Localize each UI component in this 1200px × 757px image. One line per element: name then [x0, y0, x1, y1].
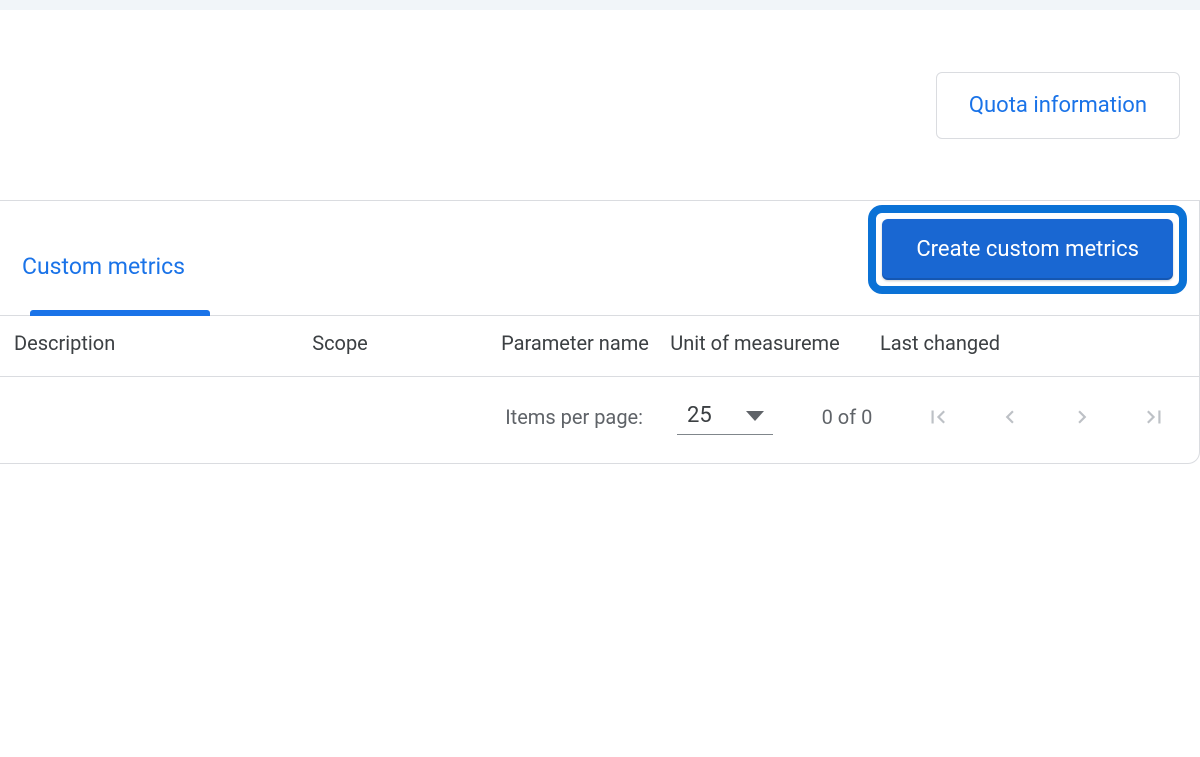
top-area: Quota information: [0, 10, 1200, 200]
first-page-icon: [925, 404, 951, 430]
tab-indicator: [30, 310, 210, 316]
column-header-description[interactable]: Description: [0, 330, 200, 356]
top-strip: [0, 0, 1200, 10]
create-button-highlight: Create custom metrics: [868, 205, 1187, 294]
pagination-nav: [921, 400, 1171, 434]
prev-page-button[interactable]: [993, 400, 1027, 434]
column-header-parameter-name[interactable]: Parameter name: [480, 330, 670, 356]
panel-header: Custom metrics Create custom metrics: [0, 201, 1199, 316]
chevron-left-icon: [997, 404, 1023, 430]
caret-down-icon: [746, 411, 764, 421]
column-header-scope[interactable]: Scope: [200, 330, 480, 356]
custom-metrics-panel: Custom metrics Create custom metrics Des…: [0, 200, 1200, 464]
table-header-row: Description Scope Parameter name Unit of…: [0, 316, 1199, 377]
tab-wrap: Custom metrics: [22, 221, 185, 315]
pagination-bar: Items per page: 25 0 of 0: [0, 377, 1199, 463]
page-size-value: 25: [687, 403, 712, 428]
first-page-button[interactable]: [921, 400, 955, 434]
next-page-button[interactable]: [1065, 400, 1099, 434]
last-page-button[interactable]: [1137, 400, 1171, 434]
column-header-unit[interactable]: Unit of measureme: [670, 330, 840, 356]
column-header-last-changed[interactable]: Last changed: [840, 330, 1040, 356]
chevron-right-icon: [1069, 404, 1095, 430]
pagination-range: 0 of 0: [807, 405, 887, 429]
page-size-select[interactable]: 25: [677, 399, 773, 435]
last-page-icon: [1141, 404, 1167, 430]
items-per-page-label: Items per page:: [505, 405, 643, 429]
tab-custom-metrics[interactable]: Custom metrics: [22, 253, 185, 284]
quota-information-button[interactable]: Quota information: [936, 72, 1180, 139]
create-custom-metrics-button[interactable]: Create custom metrics: [882, 219, 1173, 280]
